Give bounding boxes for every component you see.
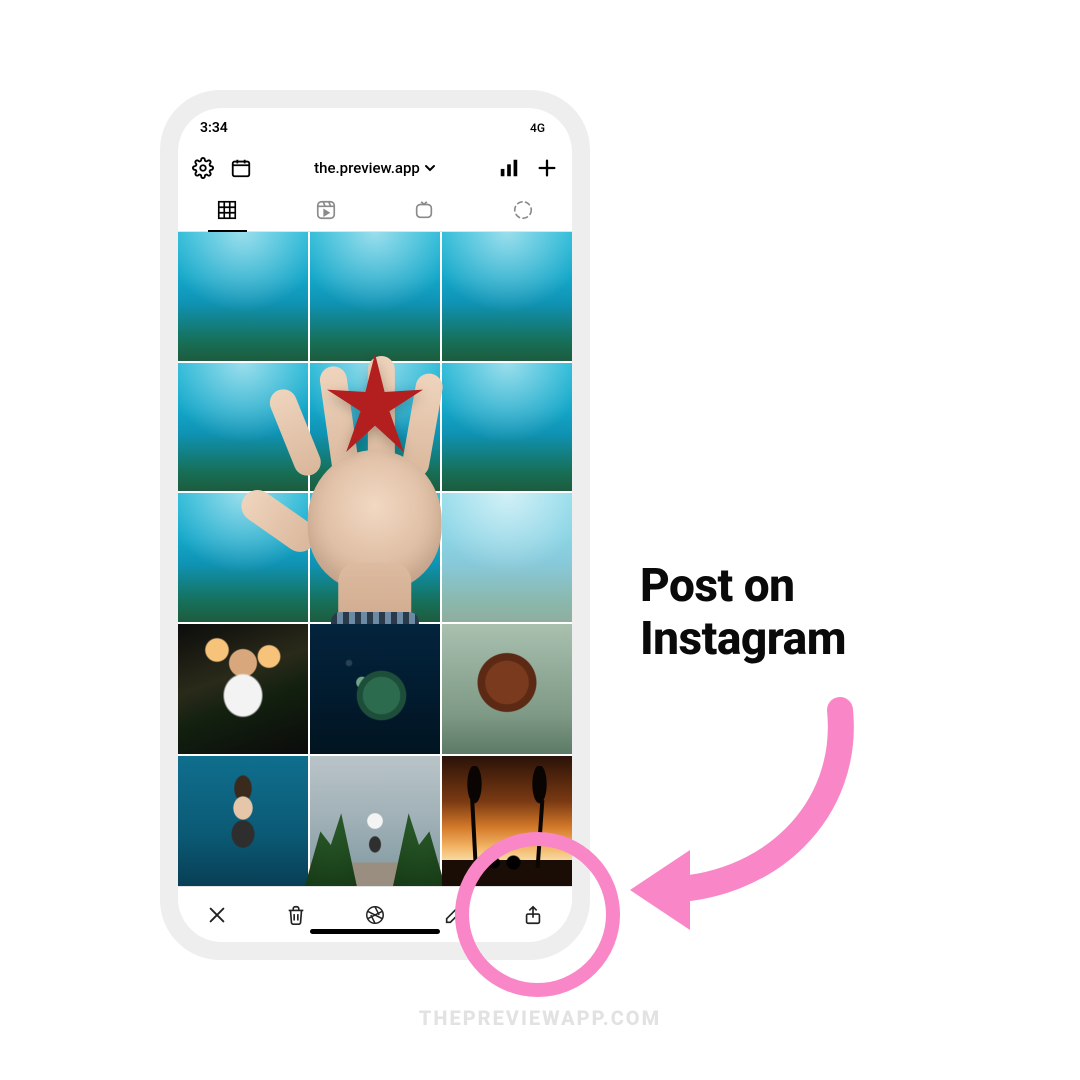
tab-igtv[interactable] [375,188,474,231]
annotation-line2: Instagram [640,612,846,666]
shutter-icon[interactable] [364,904,386,926]
tab-grid[interactable] [178,188,277,231]
grid-tile[interactable] [310,363,440,492]
annotation: Post on Instagram [640,560,1000,666]
grid-tile[interactable] [442,232,572,361]
content-tabs [178,188,572,232]
grid-tile[interactable] [310,493,440,622]
tab-reels[interactable] [277,188,376,231]
grid-tile[interactable] [442,624,572,754]
analytics-icon[interactable] [498,157,520,179]
grid-tile[interactable] [178,363,308,492]
grid-tile[interactable] [178,756,308,886]
app-header: the.preview.app [178,148,572,188]
cellular-label: 4G [530,121,545,135]
grid-tile[interactable] [178,493,308,622]
close-icon[interactable] [206,904,228,926]
hero-split-image [178,232,572,622]
grid-tile[interactable] [310,756,440,886]
calendar-icon[interactable] [230,157,252,179]
highlight-circle [455,832,620,997]
account-switcher[interactable]: the.preview.app [314,159,436,177]
grid-tile[interactable] [442,363,572,492]
phone-mockup: 3:34 4G the.previ [160,90,590,960]
grid-tile[interactable] [178,624,308,754]
home-indicator [310,929,440,934]
grid-tile[interactable] [310,624,440,754]
tab-stories[interactable] [474,188,573,231]
gear-icon[interactable] [192,157,214,179]
feed-grid [178,232,572,886]
grid-tile[interactable] [310,232,440,361]
plus-icon[interactable] [536,157,558,179]
annotation-line1: Post on [640,559,795,613]
status-bar: 3:34 4G [178,108,572,148]
status-right: 4G [525,121,550,135]
grid-tile[interactable] [178,232,308,361]
watermark: THEPREVIEWAPP.COM [0,1006,1080,1030]
trash-icon[interactable] [285,904,307,926]
annotation-arrow [610,680,870,940]
grid-tile[interactable] [442,493,572,622]
status-time: 3:34 [200,120,228,136]
phone-screen: 3:34 4G the.previ [178,108,572,942]
chevron-down-icon [424,162,436,174]
account-label: the.preview.app [314,159,420,177]
